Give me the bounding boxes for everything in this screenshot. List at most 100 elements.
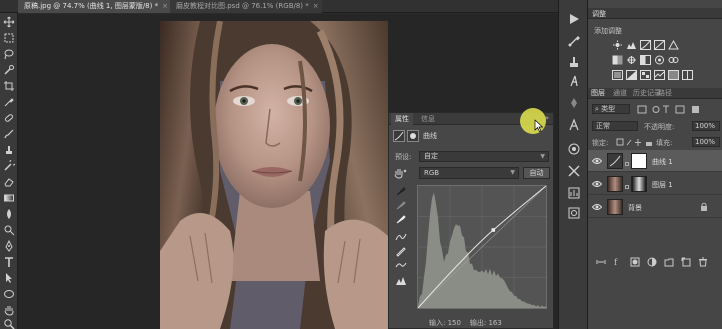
posterize-icon[interactable] [640,70,651,80]
quick-select-tool-icon[interactable] [3,64,15,76]
layer-row-curves[interactable]: 曲线 1 [588,150,722,172]
adjustments-title[interactable]: 调整 [592,9,606,19]
brush-settings-icon[interactable] [567,34,581,48]
gradient-map-icon[interactable] [668,70,679,80]
layer-mask-thumbnail[interactable] [631,176,647,192]
tab-paths[interactable]: 路径 [658,88,672,99]
link-icon[interactable] [625,159,629,166]
preset-dropdown[interactable]: 自定 ▼ [419,151,549,162]
eye-icon[interactable] [592,203,602,211]
black-point-eyedropper-icon[interactable] [395,185,407,197]
add-mask-icon[interactable] [630,257,640,267]
move-tool-icon[interactable] [3,16,15,28]
history-brush-tool-icon[interactable] [3,160,15,172]
curve-control-point[interactable] [491,228,496,232]
channel-dropdown[interactable]: RGB ▼ [419,167,519,179]
type-tool-icon[interactable] [3,256,15,268]
brightness-icon[interactable] [612,40,623,50]
vibrance-icon[interactable] [668,40,679,50]
brush-tool-icon[interactable] [3,128,15,140]
type-panel-icon[interactable] [567,118,581,132]
link-layers-icon[interactable] [596,257,606,267]
portrait-photo[interactable] [160,21,388,329]
healing-brush-tool-icon[interactable] [3,112,15,124]
gradient-tool-icon[interactable] [3,192,15,204]
output-value[interactable]: 163 [488,319,501,327]
blur-tool-icon[interactable] [3,208,15,220]
character-icon[interactable] [567,74,581,88]
threshold-icon[interactable] [654,70,665,80]
blend-mode-dropdown[interactable]: 正常 [592,121,638,131]
tool-presets-icon[interactable] [567,164,581,178]
marquee-tool-icon[interactable] [3,32,15,44]
eye-icon[interactable] [592,180,602,188]
tab-channels[interactable]: 通道 [613,88,627,99]
levels-icon[interactable] [626,40,637,50]
close-icon[interactable]: × [313,2,319,10]
path-selection-tool-icon[interactable] [3,272,15,284]
trash-icon[interactable] [698,257,708,267]
play-action-icon[interactable] [567,12,581,26]
auto-button[interactable]: 自动 [523,167,550,179]
smooth-icon[interactable] [395,259,407,271]
hue-saturation-icon[interactable] [612,55,623,65]
chevron-down-icon: ▼ [540,153,545,160]
selective-color-icon[interactable] [682,70,693,80]
navigator-icon[interactable] [567,96,581,110]
curve-point-tool-icon[interactable] [395,231,407,243]
pencil-tool-icon[interactable] [395,245,407,257]
input-value[interactable]: 150 [448,319,461,327]
color-lookup-icon[interactable] [612,70,623,80]
document-tab[interactable]: 磨皮教程对比图.psd @ 76.1% (RGB/8) * × [170,0,322,13]
color-balance-icon[interactable] [626,55,637,65]
layer-row-layer1[interactable]: 图层 1 [588,173,722,195]
new-layer-icon[interactable] [681,257,691,267]
black-white-icon[interactable] [640,55,651,65]
white-point-eyedropper-icon[interactable] [395,213,407,225]
shape-tool-icon[interactable] [3,288,15,300]
zoom-tool-icon[interactable] [3,318,15,329]
curves-graph[interactable] [417,185,547,309]
tab-layers[interactable]: 图层 [591,88,605,99]
clone-stamp-tool-icon[interactable] [3,144,15,156]
exposure-icon[interactable] [654,40,665,50]
gray-point-eyedropper-icon[interactable] [395,199,407,211]
crop-tool-icon[interactable] [3,80,15,92]
histogram-panel-icon[interactable] [567,186,581,200]
info-panel-icon[interactable] [567,206,581,220]
curve-tools [395,185,409,305]
invert-icon[interactable] [626,70,637,80]
close-icon[interactable]: × [162,2,168,10]
opacity-input[interactable]: 100% [692,121,720,131]
clipping-warning-icon[interactable] [395,275,407,287]
eyedropper-tool-icon[interactable] [3,96,15,108]
tab-history[interactable]: 历史记录 [633,88,661,99]
channel-mixer-icon[interactable] [668,55,679,65]
link-icon[interactable] [625,182,629,189]
pen-tool-icon[interactable] [3,240,15,252]
lasso-tool-icon[interactable] [3,48,15,60]
layer-thumbnail [607,199,623,215]
layer-row-background[interactable]: 背景 [588,196,722,218]
dodge-tool-icon[interactable] [3,224,15,236]
lock-icons[interactable] [616,138,656,147]
hand-tool-icon[interactable] [3,304,15,316]
filter-kind-dropdown[interactable]: ⌕ 类型 [592,104,630,114]
document-tab-active[interactable]: 原稿.jpg @ 74.7% (曲线 1, 图层蒙版/8) * × [18,0,170,13]
photo-filter-icon[interactable] [654,55,665,65]
adjustment-layer-icon[interactable] [647,257,657,267]
tab-properties[interactable]: 属性 [391,113,413,125]
eraser-tool-icon[interactable] [3,176,15,188]
layer-style-icon[interactable]: f [613,257,623,267]
input-output-row: 输入: 150 输出: 163 [429,318,502,328]
curves-icon[interactable] [640,40,651,50]
eye-icon[interactable] [592,157,602,165]
group-icon[interactable] [664,257,674,267]
tab-info[interactable]: 信息 [417,113,439,125]
layer-mask-icon[interactable] [407,130,419,142]
layer-mask-thumbnail[interactable] [631,153,647,169]
clone-source-icon[interactable] [567,55,581,69]
target-adjust-hand-icon[interactable] [393,167,407,179]
color-wheel-icon[interactable] [567,142,581,156]
fill-input[interactable]: 100% [692,137,720,147]
